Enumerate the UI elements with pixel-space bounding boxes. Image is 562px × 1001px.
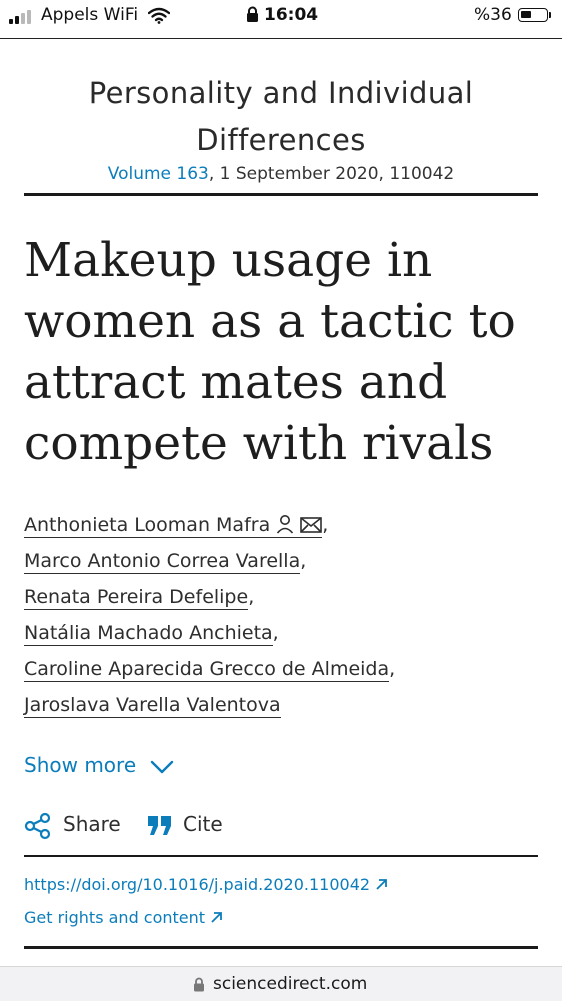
status-time: 16:04 [264,5,319,25]
mail-icon [300,517,323,533]
share-icon[interactable] [24,812,52,840]
cite-button[interactable]: Cite [183,812,223,836]
author-item: Natália Machado Anchieta, [24,618,534,654]
battery-percent: %36 [474,5,512,25]
show-more-button[interactable]: Show more [24,753,136,777]
author-link[interactable]: Anthonieta Looman Mafra [24,514,323,538]
article-title: Makeup usage in women as a tactic to att… [24,230,534,474]
rights-link[interactable]: Get rights and content [24,908,222,927]
rights-link-text: Get rights and content [24,908,206,927]
author-link[interactable]: Marco Antonio Correa Varella [24,550,301,574]
status-bar: Appels WiFi 16:04 %36 [0,0,562,36]
author-link[interactable]: Renata Pereira Defelipe [24,586,249,610]
carrier-label: Appels WiFi [41,5,139,25]
person-icon [277,515,294,534]
journal-title-line: Differences [196,123,366,157]
status-divider [0,38,562,39]
external-link-icon [376,879,387,890]
volume-info: Volume 163, 1 September 2020, 110042 [30,164,532,184]
author-link[interactable]: Caroline Aparecida Grecco de Almeida [24,658,390,682]
author-separator: , [389,658,396,680]
share-button[interactable]: Share [63,812,121,836]
author-link[interactable]: Natália Machado Anchieta [24,622,273,646]
quote-icon[interactable] [147,815,173,837]
author-item: Jaroslava Varella Valentova [24,690,534,726]
author-separator: , [300,550,307,572]
author-separator: , [272,622,279,644]
header-divider [24,193,538,196]
signal-bars-icon [9,10,33,24]
browser-address-bar[interactable]: sciencedirect.com [0,966,562,1001]
article-title-line: Makeup usage in [24,233,433,288]
footer-divider [24,946,538,949]
doi-link-text: https://doi.org/10.1016/j.paid.2020.1100… [24,875,371,894]
author-list: Anthonieta Looman Mafra, Marco Antonio C… [24,510,534,726]
url-text: sciencedirect.com [213,974,368,994]
wifi-icon [148,7,170,24]
article-title-line: compete with rivals [24,416,494,471]
doi-link[interactable]: https://doi.org/10.1016/j.paid.2020.1100… [24,875,387,894]
volume-link[interactable]: Volume 163 [108,164,209,184]
battery-icon [518,8,548,22]
author-item: Anthonieta Looman Mafra, [24,510,534,546]
author-item: Marco Antonio Correa Varella, [24,546,534,582]
external-link-icon [211,912,222,923]
issue-date: , 1 September 2020, 110042 [208,164,455,184]
author-item: Renata Pereira Defelipe, [24,582,534,618]
author-separator: , [322,514,329,536]
lock-icon [194,977,204,992]
lock-icon [247,6,258,22]
chevron-down-icon[interactable] [150,760,174,774]
actions-divider [24,855,538,857]
author-link[interactable]: Jaroslava Varella Valentova [24,694,281,718]
journal-title[interactable]: Personality and Individual Differences [30,70,532,164]
author-item: Caroline Aparecida Grecco de Almeida, [24,654,534,690]
article-title-line: attract mates and [24,355,448,410]
author-separator: , [248,586,255,608]
article-title-line: women as a tactic to [24,294,516,349]
journal-title-line: Personality and Individual [88,76,474,110]
